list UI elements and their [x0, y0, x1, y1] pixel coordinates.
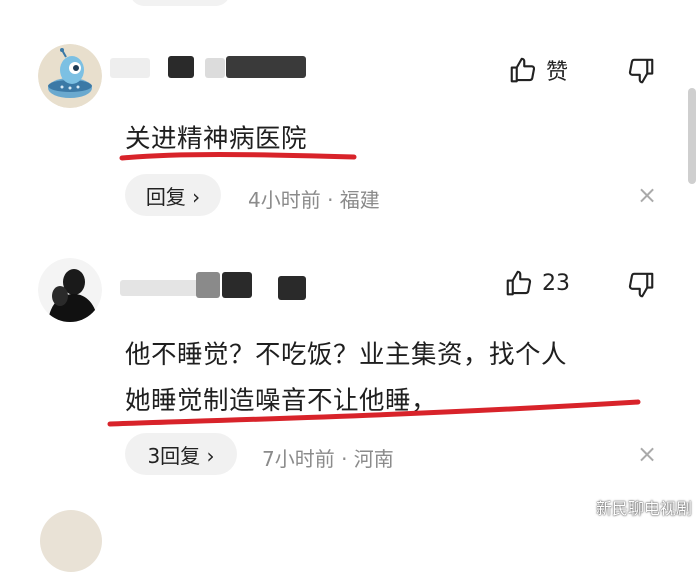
- username-redacted: [168, 56, 194, 78]
- thumb-up-icon: [506, 270, 532, 296]
- username-redacted: [226, 56, 306, 78]
- dislike-button[interactable]: [626, 270, 656, 300]
- avatar[interactable]: [38, 44, 102, 108]
- like-label: 赞: [546, 60, 569, 85]
- username-redacted: [196, 272, 220, 298]
- username-redacted: [222, 272, 252, 298]
- like-button[interactable]: 赞: [508, 54, 568, 86]
- comment-meta: 7小时前 · 河南: [262, 447, 394, 471]
- dislike-button[interactable]: [626, 56, 656, 86]
- scrollbar[interactable]: [688, 88, 696, 184]
- replies-button[interactable]: 3回复 ›: [125, 433, 237, 475]
- avatar[interactable]: [38, 258, 102, 322]
- watermark: 新民聊电视剧: [595, 499, 692, 518]
- next-comment-avatar[interactable]: [40, 510, 102, 572]
- reply-button[interactable]: 回复 ›: [125, 174, 221, 216]
- username-redacted: [205, 58, 225, 78]
- comment-text: 关进精神病医院: [125, 124, 308, 154]
- username-redacted[interactable]: [120, 280, 206, 296]
- like-button[interactable]: 23: [504, 268, 570, 298]
- close-icon[interactable]: ×: [637, 442, 657, 466]
- like-count: 23: [542, 270, 570, 296]
- close-icon[interactable]: ×: [637, 183, 657, 207]
- comment-meta: 4小时前 · 福建: [248, 188, 380, 212]
- thumb-down-icon: [628, 272, 654, 298]
- alien-avatar-icon: [38, 44, 102, 108]
- thumb-down-icon: [628, 58, 654, 84]
- person-silhouette-icon: [38, 258, 102, 322]
- username-redacted: [278, 276, 306, 300]
- thumb-up-icon: [510, 57, 536, 83]
- comment-text-line-2: 她睡觉制造噪音不让他睡，: [125, 386, 438, 416]
- comment-text-line-1: 他不睡觉？不吃饭？业主集资，找个人: [125, 340, 568, 370]
- username-redacted[interactable]: [110, 58, 150, 78]
- previous-reply-pill[interactable]: [130, 0, 230, 6]
